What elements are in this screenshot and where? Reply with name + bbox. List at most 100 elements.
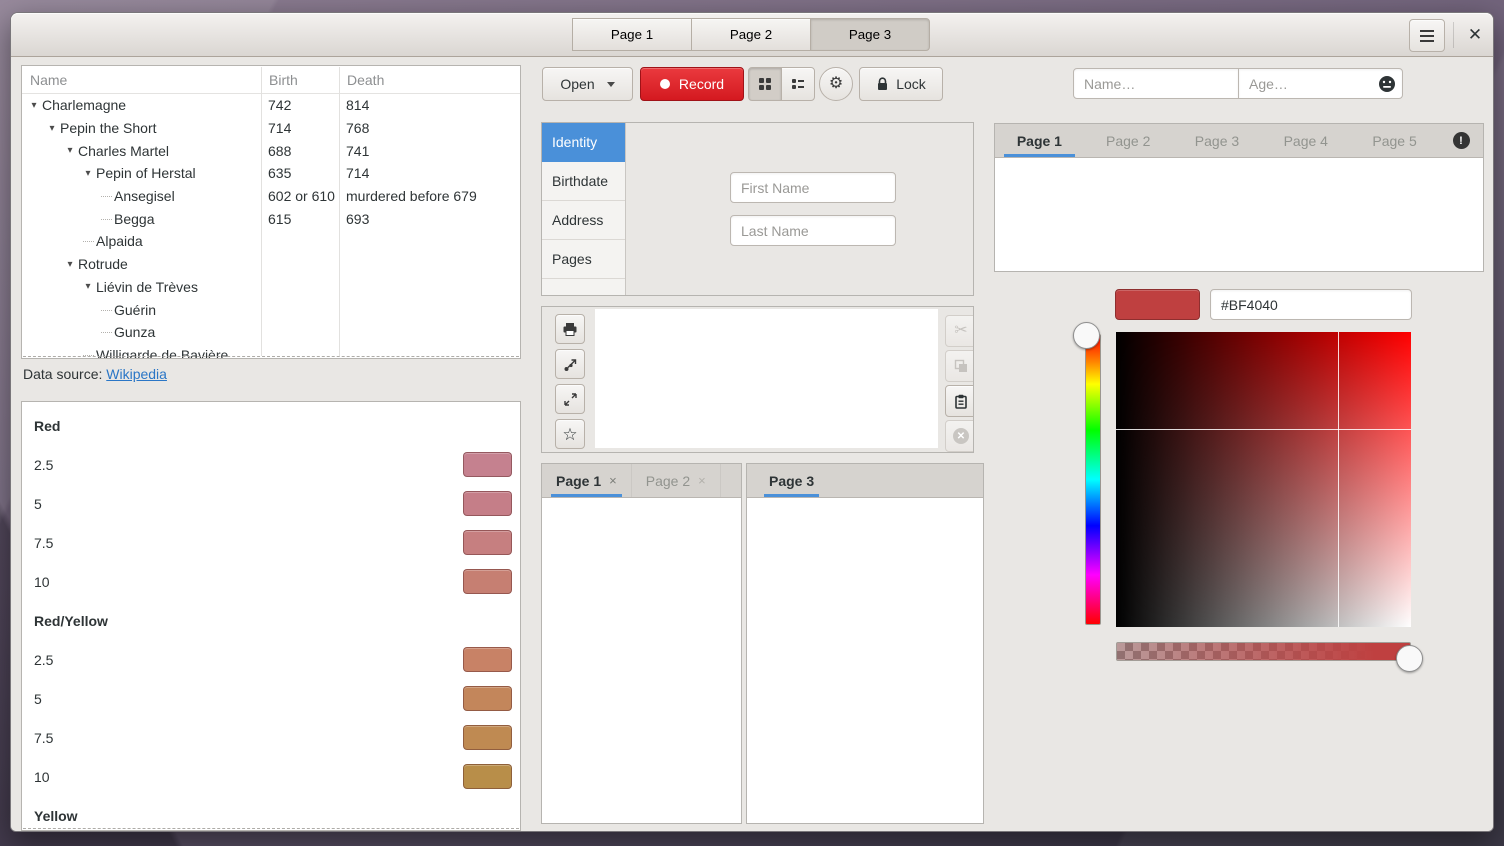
palette-section-header: Red/Yellow (22, 601, 520, 640)
palette-value-label: 5 (34, 691, 463, 707)
notebook-tab[interactable]: Page 1 × (542, 464, 632, 497)
color-swatch-button[interactable] (463, 647, 512, 672)
paste-icon (954, 394, 968, 409)
editor-panel: ☆ ✂ ✕ (541, 306, 974, 453)
grid-view-toggle[interactable] (748, 67, 782, 101)
color-swatch-button[interactable] (463, 530, 512, 555)
expander-icon[interactable] (98, 302, 114, 318)
palette-section: Red/Yellow 2.5 5 7.5 (22, 601, 520, 796)
tree-row[interactable]: Liévin de Trèves (22, 276, 520, 299)
alpha-slider[interactable] (1116, 642, 1411, 661)
paste-button[interactable] (945, 385, 974, 417)
column-header-death[interactable]: Death (339, 66, 520, 93)
alpha-slider-handle[interactable] (1396, 645, 1423, 672)
tree-row[interactable]: Pepin of Herstal 635 714 (22, 162, 520, 185)
send-to-button[interactable] (555, 349, 585, 379)
tab-close-icon[interactable]: × (698, 473, 706, 488)
expander-icon[interactable] (98, 211, 114, 227)
palette-section: Yellow (22, 796, 520, 831)
notebook-tab[interactable]: Page 2 (1084, 124, 1173, 157)
tree-indent (22, 264, 62, 265)
expander-icon[interactable] (44, 120, 60, 136)
emoji-icon (1378, 75, 1396, 93)
color-swatch-button[interactable] (463, 725, 512, 750)
palette-list: Red 2.5 5 7.5 (22, 402, 520, 831)
tree-cell-death: 768 (339, 120, 520, 136)
tree-row[interactable]: Guérin (22, 298, 520, 321)
color-swatch-button[interactable] (463, 764, 512, 789)
desktop-background: Page 1 Page 2 Page 3 ✕ Name Birth Death (0, 0, 1504, 846)
identity-form (626, 123, 973, 295)
notebook-tab[interactable]: Page 3 (1173, 124, 1262, 157)
open-button[interactable]: Open (542, 67, 633, 101)
notebook-tab[interactable]: Page 1 (995, 124, 1084, 157)
color-swatch-button[interactable] (463, 452, 512, 477)
name-input[interactable] (1073, 68, 1239, 99)
tree-indent (22, 332, 98, 333)
notebook-tab[interactable]: Page 4 (1261, 124, 1350, 157)
hue-slider-handle[interactable] (1073, 322, 1100, 349)
titlebar-tab[interactable]: Page 1 (572, 18, 692, 51)
tree-row[interactable]: Begga 615 693 (22, 207, 520, 230)
color-swatch-button[interactable] (463, 569, 512, 594)
clear-button[interactable]: ✕ (945, 420, 974, 452)
gear-icon: ⚙ (829, 76, 843, 92)
tree-row[interactable]: Rotrude (22, 253, 520, 276)
list-view-toggle[interactable] (781, 67, 815, 101)
tree-row[interactable]: Alpaida (22, 230, 520, 253)
tree-cell-name: Begga (114, 211, 154, 227)
notebook-tab[interactable]: Page 5 (1350, 124, 1439, 157)
tree-cell-birth: 615 (261, 211, 339, 227)
sidebar-item[interactable]: Address (542, 201, 625, 240)
first-name-input[interactable] (730, 172, 896, 203)
expander-icon[interactable] (80, 279, 96, 295)
sidebar-item[interactable]: Birthdate (542, 162, 625, 201)
column-header-name[interactable]: Name (22, 66, 261, 93)
tab-close-icon[interactable]: × (609, 473, 617, 488)
saturation-value-plane[interactable] (1116, 332, 1411, 627)
tree-row[interactable]: Gunza (22, 321, 520, 344)
expander-icon[interactable] (98, 324, 114, 340)
expander-icon[interactable] (98, 188, 114, 204)
expander-icon[interactable] (80, 347, 96, 359)
emoji-chooser-button[interactable] (1378, 75, 1396, 93)
notebook-tab[interactable]: Page 2 × (632, 464, 721, 497)
tree-row[interactable]: Charlemagne 742 814 (22, 94, 520, 117)
cut-button[interactable]: ✂ (945, 315, 974, 347)
titlebar-tab[interactable]: Page 2 (691, 18, 811, 51)
record-button[interactable]: Record (640, 67, 744, 101)
color-swatch-button[interactable] (463, 491, 512, 516)
text-view[interactable] (595, 309, 938, 448)
notebook-tab[interactable]: Page 3 (755, 464, 828, 497)
tree-row[interactable]: Charles Martel 688 741 (22, 139, 520, 162)
settings-button[interactable]: ⚙ (819, 67, 853, 101)
expander-icon[interactable] (62, 143, 78, 159)
close-button[interactable]: ✕ (1459, 21, 1491, 49)
expander-icon[interactable] (80, 165, 96, 181)
hex-color-input[interactable] (1210, 289, 1412, 320)
list-icon (791, 77, 805, 91)
sidebar-item[interactable]: Pages (542, 240, 625, 279)
expand-button[interactable] (555, 384, 585, 414)
lock-button[interactable]: Lock (859, 67, 943, 101)
expander-icon[interactable] (26, 97, 42, 113)
wikipedia-link[interactable]: Wikipedia (106, 366, 167, 382)
expander-icon[interactable] (62, 256, 78, 272)
tree-row[interactable]: Ansegisel 602 or 610 murdered before 679 (22, 185, 520, 208)
print-button[interactable] (555, 314, 585, 344)
favorite-button[interactable]: ☆ (555, 419, 585, 449)
tab-label: Page 4 (1284, 133, 1328, 149)
last-name-input[interactable] (730, 215, 896, 246)
sidebar-item[interactable]: Identity (542, 123, 625, 162)
tree-cell-name: Guérin (114, 302, 156, 318)
titlebar-tab[interactable]: Page 3 (810, 18, 930, 51)
titlebar-separator (1453, 22, 1454, 48)
hue-slider[interactable] (1085, 334, 1101, 625)
expander-icon[interactable] (80, 233, 96, 249)
copy-button[interactable] (945, 350, 974, 382)
tree-row[interactable]: Pepin the Short 714 768 (22, 117, 520, 140)
column-header-birth[interactable]: Birth (261, 66, 339, 93)
menu-button[interactable] (1409, 19, 1445, 52)
current-color-swatch[interactable] (1115, 289, 1200, 320)
color-swatch-button[interactable] (463, 686, 512, 711)
